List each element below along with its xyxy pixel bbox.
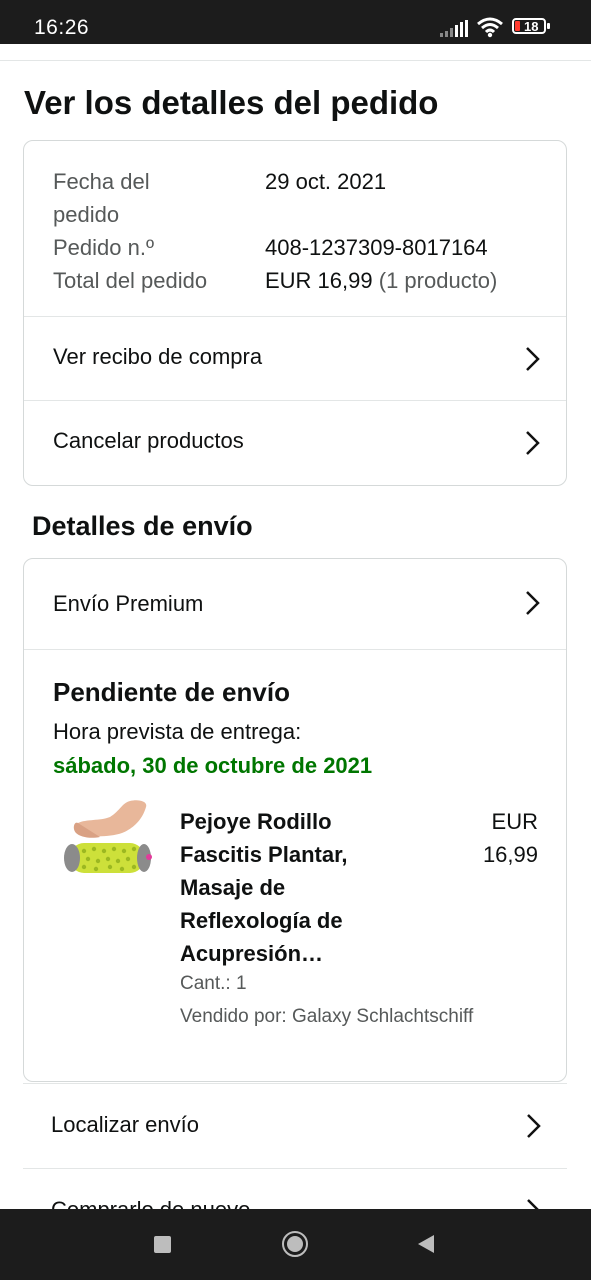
product-price-currency: EUR <box>491 809 538 834</box>
status-bar: 16:26 18 <box>0 0 591 44</box>
system-navigation-bar <box>0 1209 591 1280</box>
cancel-products-link[interactable]: Cancelar productos <box>24 401 566 485</box>
back-button[interactable] <box>416 1233 436 1255</box>
product-title-link[interactable]: Pejoye Rodillo Fascitis Plantar, Masaje … <box>180 805 410 970</box>
order-total-amount: EUR 16,99 <box>265 268 373 293</box>
product-quantity: Cant.: 1 <box>180 973 247 994</box>
product-price: EUR 16,99 <box>454 805 538 871</box>
chevron-right-icon <box>526 591 540 615</box>
product-image[interactable] <box>60 799 154 895</box>
cancel-products-label: Cancelar productos <box>53 428 244 453</box>
wifi-icon <box>477 17 503 38</box>
shipping-method-label: Envío Premium <box>53 591 204 616</box>
order-number-label: Pedido n.º <box>53 235 154 260</box>
product-price-amount: 16,99 <box>482 842 538 867</box>
order-date-label-cont: pedido <box>53 202 120 227</box>
view-receipt-link[interactable]: Ver recibo de compra <box>24 317 566 401</box>
battery-icon: 18 <box>512 18 550 34</box>
battery-level: 18 <box>524 19 539 34</box>
shipping-method-link[interactable]: Envío Premium <box>24 559 566 649</box>
status-time: 16:26 <box>34 16 90 39</box>
order-total-value: EUR 16,99 (1 producto) <box>265 264 497 297</box>
order-total-count: (1 producto) <box>378 268 498 293</box>
recent-apps-button[interactable] <box>154 1236 171 1253</box>
track-package-label: Localizar envío <box>51 1112 199 1137</box>
home-icon <box>287 1236 303 1252</box>
home-button[interactable] <box>282 1231 308 1257</box>
order-number-value: 408-1237309-8017164 <box>265 235 488 260</box>
shipping-section-title: Detalles de envío <box>32 511 253 541</box>
delivery-estimate-date: sábado, 30 de octubre de 2021 <box>53 753 373 778</box>
track-package-link[interactable]: Localizar envío <box>23 1084 567 1168</box>
chevron-right-icon <box>526 431 540 455</box>
product-seller: Vendido por: Galaxy Schlachtschiff <box>180 1006 474 1027</box>
order-date-label: Fecha del <box>53 169 150 194</box>
shipment-status: Pendiente de envío <box>53 677 290 707</box>
signal-icon <box>440 20 468 37</box>
page-title: Ver los detalles del pedido <box>24 84 439 121</box>
app-top-strip <box>0 44 591 61</box>
delivery-estimate-label: Hora prevista de entrega: <box>53 719 302 744</box>
view-receipt-label: Ver recibo de compra <box>53 344 263 369</box>
shipment-card: Envío Premium Pendiente de envío Hora pr… <box>23 558 567 1082</box>
chevron-right-icon <box>526 347 540 371</box>
order-total-label: Total del pedido <box>53 268 208 293</box>
divider <box>24 649 566 650</box>
order-summary-card: Fecha del pedido 29 oct. 2021 Pedido n.º… <box>23 140 567 486</box>
chevron-right-icon <box>527 1114 541 1138</box>
order-date-value: 29 oct. 2021 <box>265 169 387 194</box>
